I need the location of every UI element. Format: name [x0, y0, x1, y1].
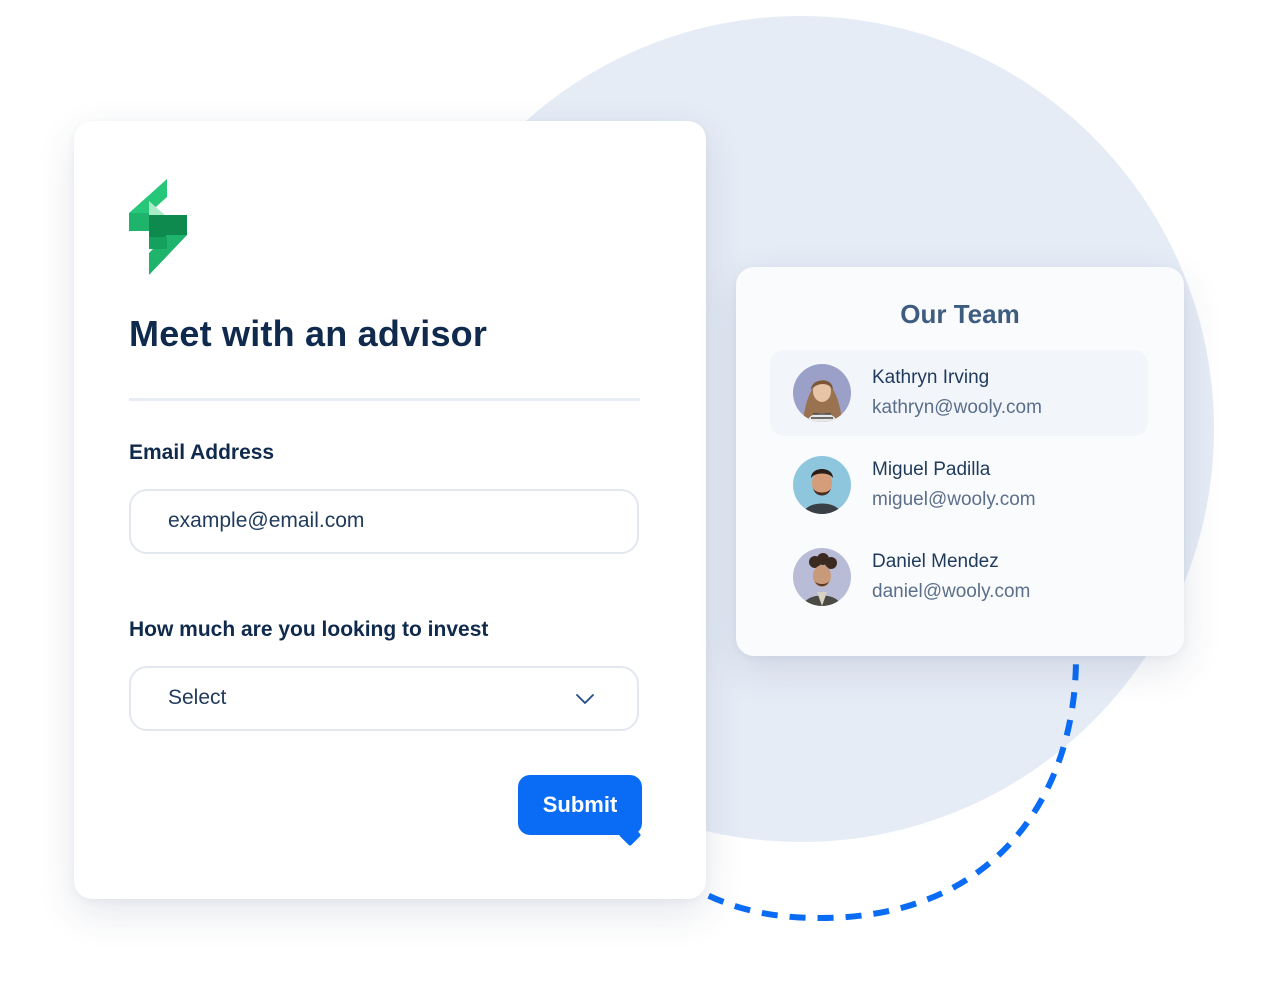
- logo-icon: [129, 179, 187, 275]
- member-name: Daniel Mendez: [872, 551, 999, 572]
- chevron-down-icon: [576, 694, 594, 704]
- team-title: Our Team: [900, 299, 1020, 329]
- team-card: Our Team Kathryn Irving kathryn@wooly.co…: [736, 267, 1184, 656]
- member-email: kathryn@wooly.com: [872, 397, 1042, 418]
- invest-amount-label: How much are you looking to invest: [129, 618, 489, 641]
- submit-button[interactable]: Submit: [518, 775, 642, 835]
- member-name: Miguel Padilla: [872, 459, 991, 480]
- team-member[interactable]: Daniel Mendez daniel@wooly.com: [770, 534, 1148, 620]
- avatar: [793, 548, 851, 606]
- team-member[interactable]: Miguel Padilla miguel@wooly.com: [770, 442, 1148, 528]
- email-placeholder: example@email.com: [168, 509, 365, 532]
- avatar: [793, 456, 851, 514]
- member-name: Kathryn Irving: [872, 367, 990, 388]
- page: Meet with an advisor Email Address examp…: [0, 0, 1268, 1008]
- page-title: Meet with an advisor: [129, 313, 488, 354]
- advisor-form-card: Meet with an advisor Email Address examp…: [74, 121, 706, 899]
- email-field[interactable]: example@email.com: [129, 489, 639, 554]
- email-label: Email Address: [129, 441, 275, 464]
- team-member[interactable]: Kathryn Irving kathryn@wooly.com: [770, 350, 1148, 436]
- avatar: [793, 364, 851, 422]
- select-value: Select: [168, 686, 227, 709]
- divider: [129, 398, 640, 401]
- member-email: miguel@wooly.com: [872, 489, 1036, 510]
- invest-amount-select[interactable]: Select: [129, 666, 639, 731]
- member-email: daniel@wooly.com: [872, 581, 1031, 602]
